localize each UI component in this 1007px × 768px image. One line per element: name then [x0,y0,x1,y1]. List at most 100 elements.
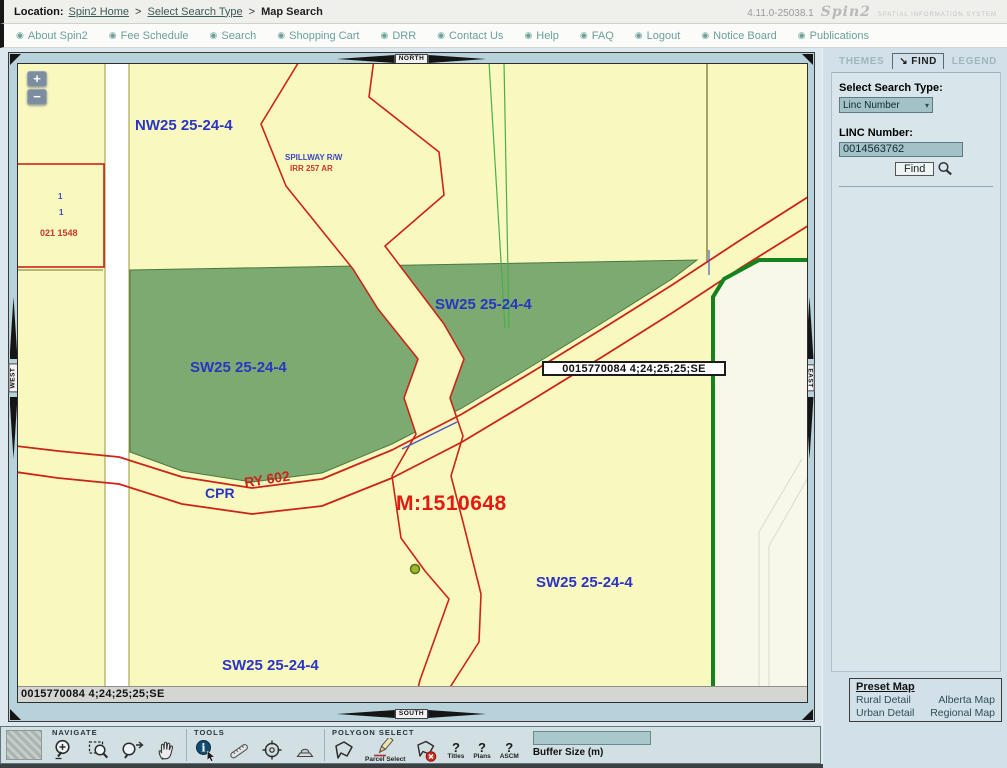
zoom-window-tool-icon[interactable] [86,738,111,762]
preset-urban-detail[interactable]: Urban Detail [856,707,923,719]
bullet-icon: ◉ [109,30,117,41]
pan-south-control[interactable]: SOUTH [9,709,814,719]
version-number: 4.11.0-25038.1 [747,8,814,19]
preset-alberta-map[interactable]: Alberta Map [929,694,996,706]
preset-map-title: Preset Map [856,681,995,693]
version-area: 4.11.0-25038.1 Spin2 SPATIAL INFORMATION… [747,4,997,20]
lot-number-label: 1 [59,208,63,217]
breadcrumb-separator: > [135,6,141,18]
linc-number-input[interactable]: 0014563762 [839,142,963,157]
search-type-select[interactable]: Linc Number ▾ [839,97,933,113]
preset-rural-detail[interactable]: Rural Detail [856,694,923,706]
meridian-number-label: M:1510648 [396,492,507,516]
parcel-select-tool-label: Parcel Select [365,757,405,764]
titles-query-button[interactable]: ? Titles [447,741,464,761]
center-target-tool-icon[interactable] [260,738,284,762]
chevron-down-icon: ▾ [925,101,929,110]
pan-arrow-icon [337,55,395,63]
draw-polygon-tool-icon[interactable] [332,739,356,763]
polygon-select-label: POLYGON SELECT [332,728,519,737]
menu-notice-board[interactable]: ◉Notice Board [701,30,776,42]
zoom-in-button[interactable]: + [27,71,47,87]
ascm-query-button[interactable]: ? ASCM [500,741,519,761]
plan-number-label: 021 1548 [40,228,78,238]
identify-tool-icon[interactable]: i [194,738,218,762]
location-label: Location: [14,6,64,18]
breadcrumb-select-search-type[interactable]: Select Search Type [147,6,242,18]
menu-faq[interactable]: ◉FAQ [580,30,614,42]
zoom-pan-tool-icon[interactable] [120,738,146,762]
main-menu: ◉About Spin2 ◉Fee Schedule ◉Search ◉Shop… [0,24,1007,48]
tab-themes[interactable]: THEMES [833,54,890,69]
zoom-in-tool-icon[interactable] [52,738,77,762]
road-allowance-strip [105,64,129,688]
breadcrumb-bar: Location: Spin2 Home > Select Search Typ… [0,0,1007,24]
zoom-out-button[interactable]: − [27,89,47,105]
selected-parcel-callout: 0015770084 4;24;25;25;SE [542,361,726,376]
menu-help[interactable]: ◉Help [524,30,558,42]
brand-tagline: SPATIAL INFORMATION SYSTEM [878,12,997,18]
print-extent-tool-icon[interactable] [293,738,317,762]
navigate-group: NAVIGATE [46,727,185,763]
map-widget: NORTH SOUTH WEST EAST [8,52,815,722]
bullet-icon: ◉ [437,30,445,41]
clear-polygon-tool-icon[interactable] [414,739,438,763]
zoom-control: + − [27,71,47,105]
bottom-shadow [0,764,823,768]
pan-arrow-icon [428,55,486,63]
bullet-icon: ◉ [524,30,532,41]
buffer-size-wrap: Buffer Size (m) [533,731,651,763]
menu-fee-schedule[interactable]: ◉Fee Schedule [109,30,189,42]
tab-legend[interactable]: LEGEND [946,54,1003,69]
svg-text:i: i [201,742,205,755]
map-status-bar: 0015770084 4;24;25;25;SE [18,686,807,702]
navigate-label: NAVIGATE [52,728,179,737]
bullet-icon: ◉ [635,30,643,41]
map-toolbar: NAVIGATE TOOLS i [0,726,821,764]
sidebar: THEMES ↘ FIND LEGEND Select Search Type:… [822,48,1007,768]
menu-logout[interactable]: ◉Logout [635,30,681,42]
parcel-select-tool-icon[interactable]: Parcel Select [365,738,405,764]
parcel-map-graphic [18,64,808,688]
breadcrumb-spin2-home[interactable]: Spin2 Home [69,6,130,18]
parcel-label-nw25: NW25 25-24-4 [135,117,233,134]
menu-contact-us[interactable]: ◉Contact Us [437,30,503,42]
plans-query-button[interactable]: ? Plans [473,741,490,761]
menu-publications[interactable]: ◉Publications [798,30,869,42]
cpr-label: CPR [205,485,235,501]
measure-tool-icon[interactable] [227,738,251,762]
pan-hand-tool-icon[interactable] [155,738,179,762]
parcel-label-sw25-bottom-left: SW25 25-24-4 [222,657,319,674]
sidebar-tabs: THEMES ↘ FIND LEGEND [823,52,1007,69]
well-site-dot [411,565,420,574]
breadcrumb-map-search: Map Search [261,6,323,18]
pan-arrow-icon [337,710,395,718]
bullet-icon: ◉ [380,30,388,41]
find-button[interactable]: Find [895,162,934,176]
menu-shopping-cart[interactable]: ◉Shopping Cart [277,30,359,42]
search-type-label: Select Search Type: [839,82,993,94]
menu-search[interactable]: ◉Search [210,30,257,42]
find-magnifier-icon [937,161,953,176]
irr-label: IRR 257 AR [290,164,333,173]
bullet-icon: ◉ [580,30,588,41]
pan-arrow-icon [428,710,486,718]
bullet-icon: ◉ [701,30,709,41]
polygon-select-group: POLYGON SELECT Parcel Select ? Titles ? [326,727,525,763]
parcel-label-sw25-bottom-right: SW25 25-24-4 [536,574,633,591]
white-parcel [715,261,808,688]
preset-regional-map[interactable]: Regional Map [929,707,996,719]
bullet-icon: ◉ [798,30,806,41]
find-panel: Select Search Type: Linc Number ▾ LINC N… [831,72,1001,672]
parcel-label-sw25-left: SW25 25-24-4 [190,359,287,376]
bullet-icon: ◉ [16,30,24,41]
buffer-size-input[interactable] [533,731,651,745]
map-canvas[interactable]: NW25 25-24-4 SPILLWAY R/W IRR 257 AR SW2… [17,63,808,703]
preset-map-box: Preset Map Rural Detail Alberta Map Urba… [849,678,1002,722]
overview-map-thumbnail[interactable] [6,730,42,760]
menu-drr[interactable]: ◉DRR [380,30,416,42]
menu-about-spin2[interactable]: ◉About Spin2 [16,30,88,42]
find-tab-arrow-icon: ↘ [899,56,908,67]
south-label: SOUTH [395,709,428,719]
tab-find[interactable]: ↘ FIND [892,53,944,69]
